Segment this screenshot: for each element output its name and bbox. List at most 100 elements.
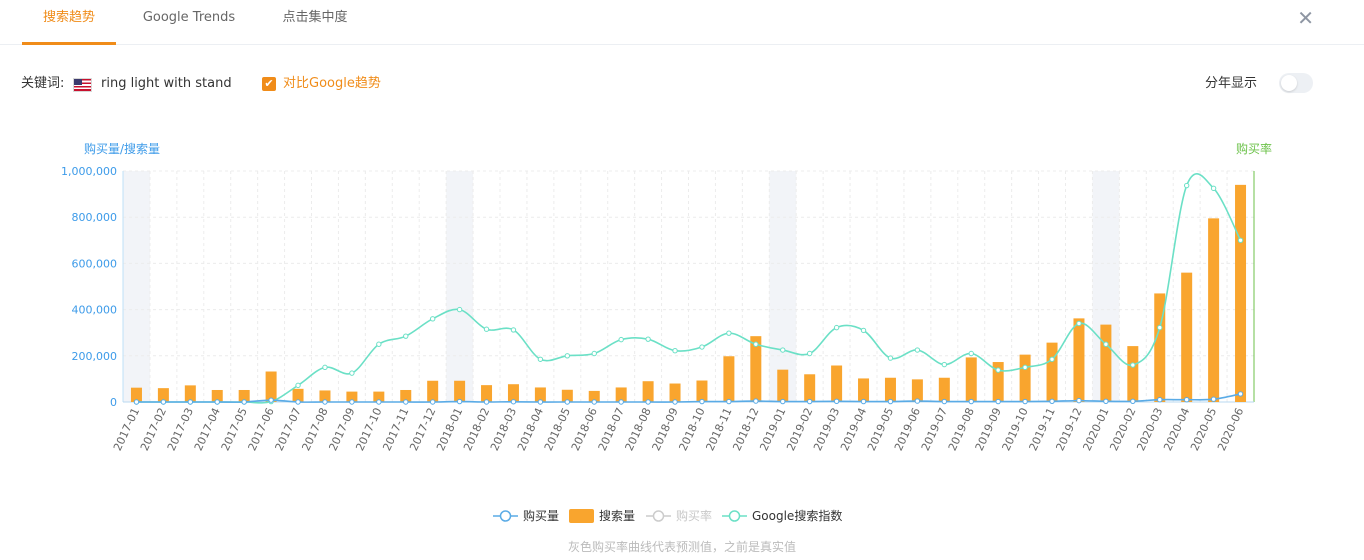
google-index-point	[833, 324, 840, 331]
x-tick-label: 2019-08	[946, 406, 977, 453]
x-tick-label: 2017-10	[353, 406, 384, 453]
x-tick-label: 2019-06	[892, 406, 923, 453]
google-index-point	[753, 341, 759, 347]
purchase-volume-point	[241, 399, 247, 405]
purchase-volume-point	[860, 398, 867, 405]
google-index-point	[887, 355, 894, 361]
x-tick-label: 2017-12	[407, 406, 438, 453]
purchase-volume-point	[699, 398, 705, 405]
left-axis-title: 购买量/搜索量	[84, 141, 160, 156]
x-tick-label: 2017-04	[192, 406, 223, 453]
purchase-volume-point	[941, 398, 948, 405]
purchase-volume-point	[806, 398, 813, 405]
x-tick-label: 2020-06	[1215, 406, 1246, 453]
purchase-volume-point	[887, 398, 894, 405]
google-index-point	[1049, 356, 1055, 362]
google-index-point	[564, 353, 571, 359]
purchase-volume-point	[187, 399, 194, 405]
y-tick-label: 800,000	[72, 211, 118, 224]
purchase-volume-point	[1022, 398, 1028, 405]
highlight-band	[446, 171, 474, 402]
search-volume-bar	[804, 374, 816, 402]
search-volume-bar	[265, 371, 277, 402]
x-tick-label: 2018-07	[596, 406, 627, 453]
search-volume-bar	[938, 377, 950, 402]
purchase-volume-point	[726, 398, 732, 405]
purchase-volume-point	[1076, 397, 1082, 404]
line-circle-icon	[722, 510, 747, 522]
purchase-volume-point	[1210, 396, 1217, 402]
x-tick-label: 2018-02	[461, 406, 492, 453]
legend-label: 购买率	[676, 509, 713, 523]
y-tick-label: 0	[110, 396, 117, 409]
x-tick-label: 2017-02	[138, 406, 169, 453]
google-index-point	[968, 350, 974, 357]
search-volume-bar	[1208, 218, 1220, 402]
x-tick-label: 2019-07	[919, 406, 950, 453]
x-tick-label: 2018-09	[650, 406, 681, 453]
trend-chart: 0 200,000 400,000 600,000 800,000 1,000,000 购买…	[61, 141, 1272, 453]
purchase-volume-point	[456, 398, 463, 405]
purchase-volume-point	[672, 399, 678, 405]
purchase-volume-point	[645, 399, 651, 405]
purchase-volume-point	[214, 399, 220, 405]
search-volume-bar	[669, 383, 681, 402]
google-index-point	[806, 350, 813, 357]
google-index-point	[429, 316, 436, 322]
purchase-volume-point	[483, 399, 490, 405]
purchase-volume-point	[510, 399, 517, 405]
google-index-point	[1076, 320, 1082, 327]
x-tick-label: 2018-08	[623, 406, 654, 453]
purchase-volume-point	[780, 398, 786, 405]
purchase-volume-point	[133, 399, 140, 405]
purchase-volume-point	[295, 399, 301, 405]
search-volume-bar	[884, 377, 896, 402]
purchase-volume-point	[1103, 398, 1109, 405]
purchase-volume-point	[833, 398, 840, 405]
purchase-volume-point	[429, 399, 436, 405]
search-volume-bar	[696, 380, 708, 402]
x-tick-label: 2017-07	[273, 406, 304, 453]
google-index-point	[376, 341, 382, 347]
x-tick-label: 2020-01	[1080, 406, 1111, 453]
search-volume-bar	[1100, 324, 1112, 402]
google-index-point	[726, 330, 732, 336]
google-index-point	[295, 382, 301, 389]
search-volume-bar	[723, 356, 735, 402]
line-circle-icon	[493, 510, 518, 522]
google-index-point	[537, 356, 544, 362]
google-index-point	[1183, 182, 1190, 189]
x-tick-label: 2020-04	[1161, 406, 1192, 453]
google-index-point	[1130, 362, 1136, 368]
purchase-volume-point	[968, 398, 974, 405]
x-tick-label: 2017-03	[165, 406, 196, 453]
x-tick-label: 2017-08	[299, 406, 330, 453]
purchase-volume-point	[268, 397, 274, 403]
x-tick-label: 2020-03	[1134, 406, 1165, 453]
search-volume-bar	[965, 357, 977, 402]
x-tick-label: 2018-10	[676, 406, 707, 453]
google-index-point	[591, 350, 597, 357]
google-index-point	[1157, 324, 1163, 331]
x-tick-label: 2018-05	[542, 406, 573, 453]
purchase-volume-point	[564, 399, 571, 405]
x-tick-label: 2019-01	[757, 406, 788, 453]
purchase-volume-point	[591, 399, 597, 405]
google-index-point	[914, 347, 921, 353]
x-tick-label: 2017-09	[326, 406, 357, 453]
bar-rect-icon	[569, 509, 594, 523]
google-index-point	[995, 367, 1001, 373]
google-index-point	[699, 344, 705, 350]
google-index-point	[860, 327, 867, 334]
purchase-volume-point	[322, 399, 328, 405]
google-index-point	[672, 348, 678, 354]
search-volume-bar	[831, 365, 843, 402]
line-circle-icon	[646, 510, 671, 522]
search-volume-bar	[427, 380, 439, 402]
google-index-point	[645, 336, 651, 342]
x-tick-label: 2019-10	[1000, 406, 1031, 453]
purchase-volume-point	[1130, 398, 1136, 405]
x-tick-label: 2018-12	[730, 406, 761, 453]
google-index-point	[349, 370, 355, 376]
purchase-volume-point	[753, 398, 759, 404]
